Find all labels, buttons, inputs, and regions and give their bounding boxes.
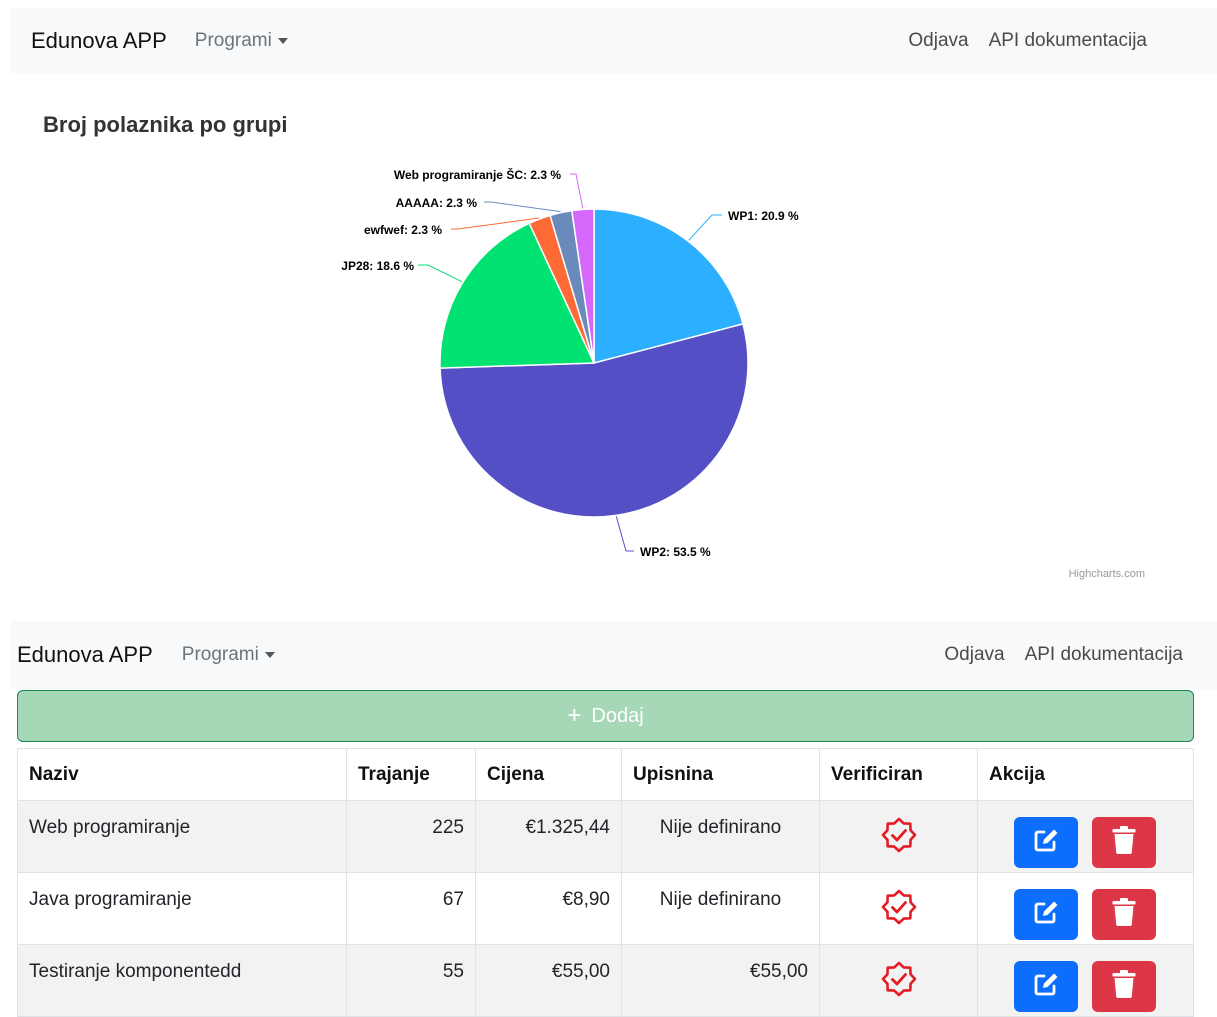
header-upisnina: Upisnina — [621, 748, 820, 801]
data-label: ewfwef: 2.3 % — [364, 223, 442, 237]
header-trajanje: Trajanje — [346, 748, 476, 801]
trash-icon — [1111, 897, 1137, 933]
table-header-row: Naziv Trajanje Cijena Upisnina Verificir… — [17, 748, 1194, 801]
delete-button[interactable] — [1092, 817, 1156, 868]
cell-naziv: Web programiranje — [17, 800, 347, 873]
trash-icon — [1111, 825, 1137, 861]
logout-link[interactable]: Odjava — [908, 30, 968, 52]
header-naziv: Naziv — [17, 748, 347, 801]
cell-trajanje: 55 — [346, 944, 476, 1017]
data-label: WP1: 20.9 % — [728, 209, 799, 223]
edit-button[interactable] — [1014, 889, 1078, 940]
data-label-connector — [615, 516, 634, 552]
add-button[interactable]: + Dodaj — [17, 690, 1194, 742]
table-row: Web programiranje 225 €1.325,44 Nije def… — [17, 800, 1194, 873]
header-cijena: Cijena — [475, 748, 622, 801]
nav-right-links: Odjava API dokumentacija — [944, 644, 1183, 666]
api-docs-link[interactable]: API dokumentacija — [989, 30, 1147, 52]
cell-trajanje: 225 — [346, 800, 476, 873]
cell-cijena: €8,90 — [475, 872, 622, 945]
add-button-label: Dodaj — [591, 704, 644, 727]
cell-verificiran — [819, 800, 978, 873]
data-label: AAAAA: 2.3 % — [396, 196, 478, 210]
edit-icon — [1031, 897, 1061, 933]
table-row: Java programiranje 67 €8,90 Nije definir… — [17, 872, 1194, 945]
cell-upisnina: Nije definirano — [621, 872, 820, 945]
data-label-connector — [570, 173, 584, 209]
cell-verificiran — [819, 944, 978, 1017]
pie-chart: Broj polaznika po grupi WP1: 20.9 % WP2: 5… — [0, 73, 1217, 621]
chart-title: Broj polaznika po grupi — [43, 112, 287, 137]
top-navbar: Edunova APP Programi Odjava API dokument… — [10, 8, 1217, 73]
cell-akcija — [977, 800, 1194, 873]
caret-down-icon — [264, 652, 275, 658]
cell-naziv: Testiranje komponentedd — [17, 944, 347, 1017]
edit-button[interactable] — [1014, 817, 1078, 868]
cell-verificiran — [819, 872, 978, 945]
programs-dropdown-label: Programi — [194, 29, 272, 51]
delete-button[interactable] — [1092, 961, 1156, 1012]
cell-upisnina: €55,00 — [621, 944, 820, 1017]
data-label: WP2: 53.5 % — [640, 545, 711, 559]
edit-icon — [1031, 969, 1061, 1005]
api-docs-link[interactable]: API dokumentacija — [1025, 644, 1183, 666]
programs-dropdown[interactable]: Programi — [182, 644, 275, 666]
cell-akcija — [977, 872, 1194, 945]
table-row: Testiranje komponentedd 55 €55,00 €55,00 — [17, 944, 1194, 1017]
trash-icon — [1111, 969, 1137, 1005]
logout-link[interactable]: Odjava — [944, 644, 1004, 666]
cell-upisnina: Nije definirano — [621, 800, 820, 873]
data-label-connector — [688, 214, 722, 241]
header-akcija: Akcija — [977, 748, 1194, 801]
data-label-connector — [418, 264, 463, 283]
chart-credits[interactable]: Highcharts.com — [1069, 568, 1145, 580]
data-label: Web programiranje ŠC: 2.3 % — [394, 167, 561, 182]
programs-table: Naziv Trajanje Cijena Upisnina Verificir… — [17, 748, 1194, 1017]
caret-down-icon — [277, 37, 288, 44]
badge-check-icon — [881, 889, 917, 930]
second-navbar: Edunova APP Programi Odjava API dokument… — [10, 621, 1217, 689]
edit-button[interactable] — [1014, 961, 1078, 1012]
data-label-connector — [484, 201, 561, 213]
cell-cijena: €55,00 — [475, 944, 622, 1017]
delete-button[interactable] — [1092, 889, 1156, 940]
badge-check-icon — [881, 817, 917, 858]
pie-chart-svg: Broj polaznika po grupi WP1: 20.9 % WP2: 5… — [43, 112, 1145, 580]
header-verificiran: Verificiran — [819, 748, 978, 801]
brand-link[interactable]: Edunova APP — [31, 28, 167, 54]
cell-naziv: Java programiranje — [17, 872, 347, 945]
programs-dropdown[interactable]: Programi — [195, 30, 288, 52]
nav-right-links: Odjava API dokumentacija — [908, 30, 1147, 52]
cell-cijena: €1.325,44 — [475, 800, 622, 873]
brand-link[interactable]: Edunova APP — [17, 642, 153, 668]
edit-icon — [1031, 825, 1061, 861]
cell-akcija — [977, 944, 1194, 1017]
cell-trajanje: 67 — [346, 872, 476, 945]
programs-dropdown-label: Programi — [181, 644, 259, 665]
badge-check-icon — [881, 961, 917, 1002]
data-label: JP28: 18.6 % — [341, 259, 414, 273]
plus-icon: + — [567, 702, 582, 729]
